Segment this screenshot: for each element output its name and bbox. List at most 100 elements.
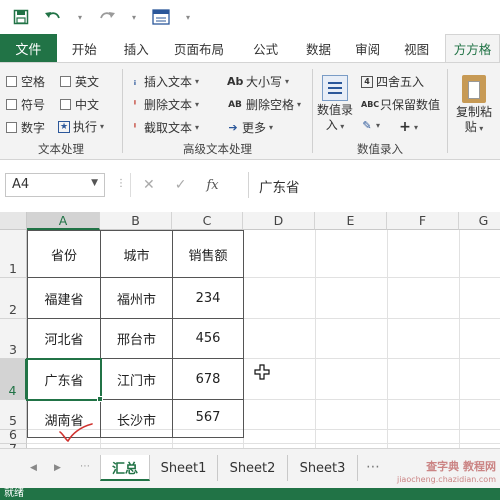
checkbox-english[interactable]: 英文 [60, 73, 99, 90]
column-header-d[interactable]: D [243, 212, 315, 230]
insert-text-button[interactable]: ᵢ 插入文本 ▾ [129, 73, 199, 90]
group-title: 数值录入 [357, 142, 403, 156]
delete-space-button[interactable]: AB 删除空格 ▾ [227, 96, 301, 113]
checkbox-symbol[interactable]: 符号 [6, 96, 45, 113]
insert-function-icon[interactable]: fx [206, 178, 218, 193]
column-header-a[interactable]: A [27, 212, 100, 230]
column-header-g[interactable]: G [459, 212, 500, 230]
checkbox-space[interactable]: 空格 [6, 73, 45, 90]
cell-b3[interactable]: 邢台市 [101, 319, 173, 359]
cell-c5[interactable]: 567 [173, 400, 244, 438]
keep-numeric-button[interactable]: ABC 只保留数值 [361, 96, 440, 113]
name-box[interactable]: A4 ▼ [5, 173, 105, 197]
tab-page-layout[interactable]: 页面布局 [161, 34, 237, 62]
execute-button[interactable]: ★ 执行 ▾ [58, 118, 104, 135]
row-header-1[interactable]: 1 [0, 230, 27, 278]
group-title: 文本处理 [38, 142, 84, 156]
cell-c2[interactable]: 234 [173, 278, 244, 319]
tab-formulas[interactable]: 公式 [237, 34, 294, 62]
sheet-next-icon[interactable]: ▶ [54, 463, 61, 473]
checkbox-box[interactable] [6, 76, 17, 87]
dropdown-arrow-icon[interactable]: ▾ [184, 8, 192, 26]
row-header-3[interactable]: 3 [0, 319, 27, 359]
cell-b4[interactable]: 江门市 [101, 359, 173, 400]
cell-b5[interactable]: 长沙市 [101, 400, 173, 438]
tab-review[interactable]: 审阅 [343, 34, 392, 62]
edit-button[interactable]: ✎ ▾ [361, 119, 380, 132]
tab-data[interactable]: 数据 [294, 34, 343, 62]
tab-view[interactable]: 视图 [392, 34, 441, 62]
sheet-tab-sheet3[interactable]: Sheet3 [288, 455, 358, 481]
cell-select-cursor-icon [254, 364, 270, 384]
delete-text-button[interactable]: ⁱ 删除文本 ▾ [129, 96, 199, 113]
cell-a2[interactable]: 福建省 [27, 278, 101, 319]
round-label: 四舍五入 [376, 75, 425, 89]
dropdown-arrow-icon: ▾ [376, 121, 381, 130]
more-button[interactable]: ➔ 更多 ▾ [227, 119, 273, 136]
cell-a3[interactable]: 河北省 [27, 319, 101, 359]
case-button[interactable]: Ab 大小写 ▾ [227, 73, 289, 90]
redo-icon[interactable] [98, 8, 116, 26]
formula-input[interactable]: 广东省 [248, 172, 500, 198]
form-icon[interactable] [152, 8, 170, 26]
case-icon: Ab [227, 75, 244, 88]
dropdown-arrow-icon[interactable]: ▾ [76, 8, 84, 26]
sheet-tab-sheet2[interactable]: Sheet2 [218, 455, 288, 481]
cell-b1[interactable]: 城市 [101, 230, 173, 278]
cell-c1[interactable]: 销售额 [173, 230, 244, 278]
checkbox-box[interactable] [60, 76, 71, 87]
round-button[interactable]: 4 四舍五入 [361, 73, 424, 90]
checkbox-label: 中文 [75, 98, 100, 112]
abc-icon: ABC [361, 100, 380, 109]
column-header-f[interactable]: F [387, 212, 459, 230]
more-sheets-icon[interactable]: ⋯ [366, 459, 380, 475]
save-icon[interactable] [12, 8, 30, 26]
checkbox-number[interactable]: 数字 [6, 119, 45, 136]
plus-button[interactable]: + ▾ [399, 119, 418, 135]
row-header-4[interactable]: 4 [0, 359, 27, 400]
select-all-corner[interactable] [0, 212, 27, 230]
checkbox-label: 符号 [21, 98, 46, 112]
checkbox-chinese[interactable]: 中文 [60, 96, 99, 113]
case-label: 大小写 [246, 75, 283, 89]
dropdown-arrow-icon: ▾ [195, 100, 200, 109]
checkbox-box[interactable] [6, 122, 17, 133]
worksheet-grid[interactable]: A B C D E F G 1 2 3 4 5 6 7 省份 城市 销售额 福建… [0, 212, 500, 448]
status-text: 就绪 [4, 488, 24, 499]
sheet-prev-icon[interactable]: ◀ [30, 463, 37, 473]
column-header-b[interactable]: B [100, 212, 172, 230]
name-box-dropdown-icon[interactable]: ▼ [91, 178, 98, 188]
formula-bar: A4 ▼ ⋮ ✕ ✓ fx 广东省 [0, 160, 500, 212]
gridline [387, 230, 388, 448]
fill-handle[interactable] [97, 396, 103, 402]
tab-insert[interactable]: 插入 [112, 34, 161, 62]
grip-icon: ⋮ [116, 178, 126, 189]
checkbox-box[interactable] [60, 99, 71, 110]
tab-home[interactable]: 开始 [57, 34, 112, 62]
tab-file[interactable]: 文件 [0, 34, 57, 62]
confirm-icon[interactable]: ✓ [175, 177, 187, 193]
tab-fangfangge[interactable]: 方方格 [445, 34, 500, 62]
gridline [315, 230, 316, 448]
row-header-2[interactable]: 2 [0, 278, 27, 319]
row-header-5[interactable]: 5 [0, 400, 27, 430]
checkbox-box[interactable] [6, 99, 17, 110]
formula-buttons: ✕ ✓ fx [130, 173, 219, 197]
cancel-icon[interactable]: ✕ [143, 177, 155, 193]
cell-c3[interactable]: 456 [173, 319, 244, 359]
sheet-tab-summary[interactable]: 汇总 [100, 455, 150, 481]
cell-a1[interactable]: 省份 [27, 230, 101, 278]
cut-text-button[interactable]: ⁱ 截取文本 ▾ [129, 119, 199, 136]
dropdown-arrow-icon: ▾ [100, 122, 105, 131]
numeric-entry-button[interactable]: 数值录 入 ▾ [317, 75, 353, 134]
column-header-e[interactable]: E [315, 212, 387, 230]
checkbox-label: 英文 [75, 75, 100, 89]
sheet-tab-sheet1[interactable]: Sheet1 [150, 455, 218, 481]
copy-paste-button[interactable]: 复制粘 贴 ▾ [456, 75, 492, 136]
dropdown-arrow-icon[interactable]: ▾ [130, 8, 138, 26]
active-cell-selection [26, 358, 102, 401]
column-header-c[interactable]: C [172, 212, 243, 230]
cell-b2[interactable]: 福州市 [101, 278, 173, 319]
cell-c4[interactable]: 678 [173, 359, 244, 400]
undo-icon[interactable] [44, 8, 62, 26]
